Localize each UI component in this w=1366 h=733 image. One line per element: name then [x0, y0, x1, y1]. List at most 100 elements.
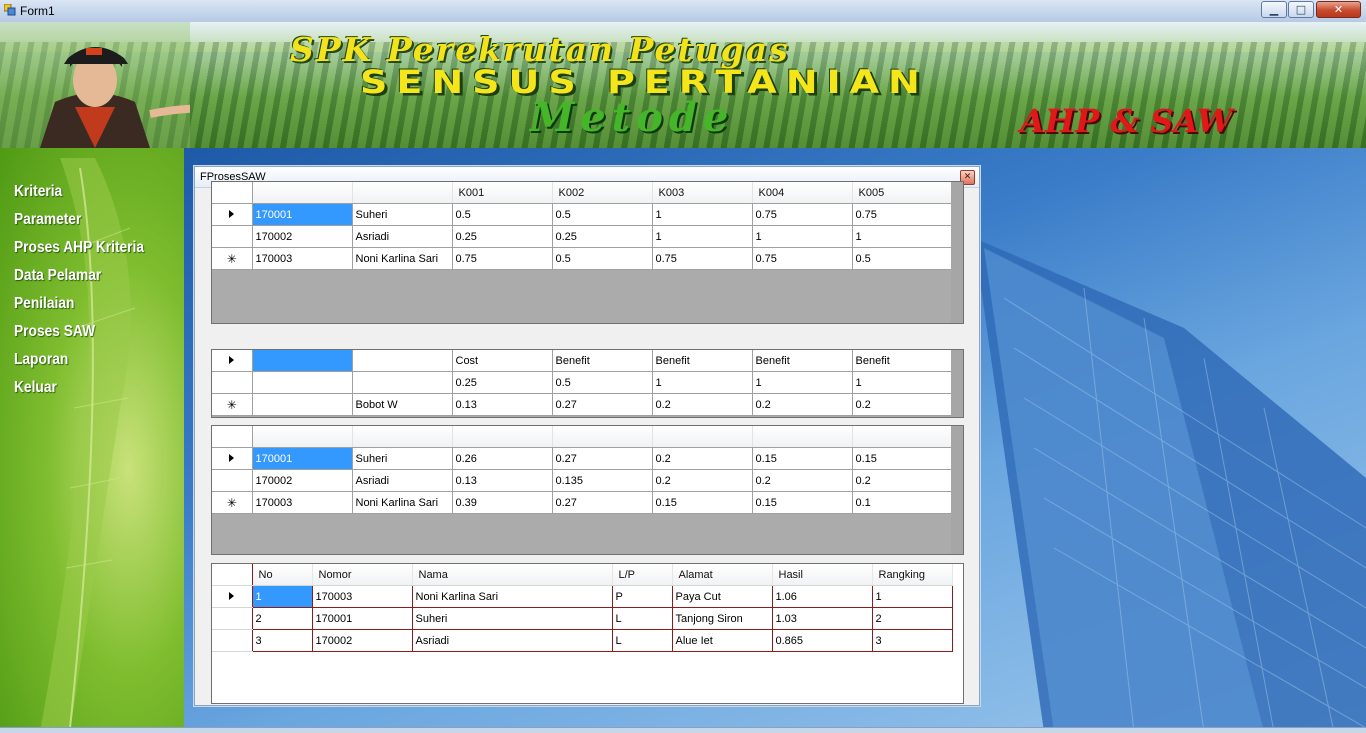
grid1-col-header[interactable]: K004	[752, 182, 853, 204]
grid3-col-header[interactable]	[252, 426, 353, 448]
grid-cell[interactable]: 170001	[252, 447, 353, 470]
grid-cell[interactable]: 0.25	[452, 371, 553, 394]
grid-cell[interactable]: Asriadi	[352, 469, 453, 492]
grid-cell[interactable]: Asriadi	[412, 629, 613, 652]
ranking-results-grid[interactable]: No Nomor Nama L/P Alamat Hasil Rangking …	[211, 563, 964, 704]
grid-cell[interactable]: 0.2	[652, 469, 753, 492]
grid3-col-header[interactable]	[652, 426, 753, 448]
table-row[interactable]: 170001 Suheri 0.26 0.27 0.2 0.15 0.15	[212, 447, 953, 470]
menu-item-laporan[interactable]: Laporan	[14, 346, 144, 374]
grid1-col-header[interactable]	[352, 182, 453, 204]
grid-cell[interactable]: Noni Karlina Sari	[352, 247, 453, 270]
grid-cell[interactable]: 0.39	[452, 491, 553, 514]
grid-cell[interactable]: 170003	[312, 585, 413, 608]
table-row[interactable]: 1 170003 Noni Karlina Sari P Paya Cut 1.…	[212, 585, 953, 608]
grid3-scrollbar[interactable]	[951, 426, 963, 554]
grid-cell[interactable]	[352, 371, 453, 394]
grid-cell[interactable]: 1	[852, 225, 953, 248]
col-header-rangking[interactable]: Rangking	[872, 564, 953, 586]
grid3-col-header[interactable]	[852, 426, 953, 448]
grid-cell[interactable]: L	[612, 607, 673, 630]
grid-cell[interactable]: 3	[872, 629, 953, 652]
grid1-col-header[interactable]: K002	[552, 182, 653, 204]
grid-cell[interactable]: 0.5	[452, 203, 553, 226]
grid-cell[interactable]: 0.27	[552, 393, 653, 416]
row-header[interactable]	[212, 225, 253, 248]
grid-cell[interactable]: 2	[252, 607, 313, 630]
grid-cell[interactable]: 0.5	[552, 247, 653, 270]
grid-cell[interactable]: 0.75	[752, 203, 853, 226]
grid-cell[interactable]: 0.2	[852, 469, 953, 492]
grid-cell[interactable]: 1	[652, 203, 753, 226]
grid-cell[interactable]: 0.75	[752, 247, 853, 270]
row-header[interactable]	[212, 371, 253, 394]
menu-item-parameter[interactable]: Parameter	[14, 206, 144, 234]
col-header-hasil[interactable]: Hasil	[772, 564, 873, 586]
grid-cell[interactable]: 0.1	[852, 491, 953, 514]
grid-cell[interactable]: 0.15	[652, 491, 753, 514]
col-header-lp[interactable]: L/P	[612, 564, 673, 586]
grid-cell[interactable]: 0.13	[452, 469, 553, 492]
criteria-weights-grid[interactable]: Cost Benefit Benefit Benefit Benefit 0.2…	[211, 349, 964, 418]
table-row[interactable]: 2 170001 Suheri L Tanjong Siron 1.03 2	[212, 607, 953, 630]
grid-cell[interactable]: 1	[652, 225, 753, 248]
weighted-values-grid[interactable]: 170001 Suheri 0.26 0.27 0.2 0.15 0.15 17…	[211, 425, 964, 555]
grid-cell[interactable]: Suheri	[412, 607, 613, 630]
grid-cell[interactable]: 0.75	[652, 247, 753, 270]
grid1-col-header[interactable]: K001	[452, 182, 553, 204]
col-header-alamat[interactable]: Alamat	[672, 564, 773, 586]
grid1-scrollbar[interactable]	[951, 182, 963, 323]
menu-item-proses-ahp-kriteria[interactable]: Proses AHP Kriteria	[14, 234, 144, 262]
grid-cell[interactable]: L	[612, 629, 673, 652]
grid-cell[interactable]: 170002	[312, 629, 413, 652]
table-row[interactable]: 170002 Asriadi 0.25 0.25 1 1 1	[212, 225, 953, 248]
grid-cell[interactable]: 0.2	[852, 393, 953, 416]
grid-cell[interactable]	[252, 393, 353, 416]
table-row[interactable]: ✳ 170003 Noni Karlina Sari 0.75 0.5 0.75…	[212, 247, 953, 270]
grid-cell[interactable]: 0.5	[852, 247, 953, 270]
grid-cell[interactable]: 1	[852, 371, 953, 394]
menu-item-keluar[interactable]: Keluar	[14, 374, 144, 402]
col-header-nomor[interactable]: Nomor	[312, 564, 413, 586]
grid-cell[interactable]: 2	[872, 607, 953, 630]
grid-cell[interactable]: 0.2	[652, 393, 753, 416]
col-header-no[interactable]: No	[252, 564, 313, 586]
grid1-col-header[interactable]	[252, 182, 353, 204]
grid-cell[interactable]: 1	[752, 225, 853, 248]
grid-cell[interactable]: 3	[252, 629, 313, 652]
grid-cell[interactable]: Suheri	[352, 447, 453, 470]
grid-cell[interactable]: Tanjong Siron	[672, 607, 773, 630]
grid-cell[interactable]: Suheri	[352, 203, 453, 226]
grid-cell[interactable]	[252, 371, 353, 394]
grid-cell[interactable]: 0.15	[752, 491, 853, 514]
grid-cell[interactable]: Asriadi	[352, 225, 453, 248]
row-header[interactable]	[212, 607, 253, 630]
grid-cell[interactable]: 0.75	[852, 203, 953, 226]
grid-cell[interactable]: Benefit	[652, 350, 753, 372]
grid-cell[interactable]: P	[612, 585, 673, 608]
grid-cell[interactable]: 1.03	[772, 607, 873, 630]
grid-cell[interactable]: 1	[872, 585, 953, 608]
grid-cell[interactable]	[352, 350, 453, 372]
grid-cell[interactable]: 0.75	[452, 247, 553, 270]
table-row[interactable]: ✳ 170003 Noni Karlina Sari 0.39 0.27 0.1…	[212, 491, 953, 514]
grid-cell[interactable]: Alue Iet	[672, 629, 773, 652]
grid3-col-header[interactable]	[552, 426, 653, 448]
grid-cell[interactable]: 1.06	[772, 585, 873, 608]
grid-cell[interactable]: Paya Cut	[672, 585, 773, 608]
grid2-scrollbar[interactable]	[951, 350, 963, 417]
grid-cell[interactable]: 0.15	[852, 447, 953, 470]
grid-cell[interactable]: 170002	[252, 469, 353, 492]
grid-cell[interactable]: 170003	[252, 247, 353, 270]
grid-cell[interactable]: 1	[652, 371, 753, 394]
row-header-new[interactable]: ✳	[212, 491, 253, 514]
row-header-current[interactable]	[212, 585, 253, 608]
grid3-col-header[interactable]	[452, 426, 553, 448]
row-header[interactable]	[212, 629, 253, 652]
grid-cell[interactable]: 0.5	[552, 371, 653, 394]
row-header-new[interactable]: ✳	[212, 247, 253, 270]
grid-cell[interactable]: Noni Karlina Sari	[352, 491, 453, 514]
grid-cell[interactable]: Benefit	[552, 350, 653, 372]
grid1-col-header[interactable]: K005	[852, 182, 953, 204]
grid-cell[interactable]: Bobot W	[352, 393, 453, 416]
